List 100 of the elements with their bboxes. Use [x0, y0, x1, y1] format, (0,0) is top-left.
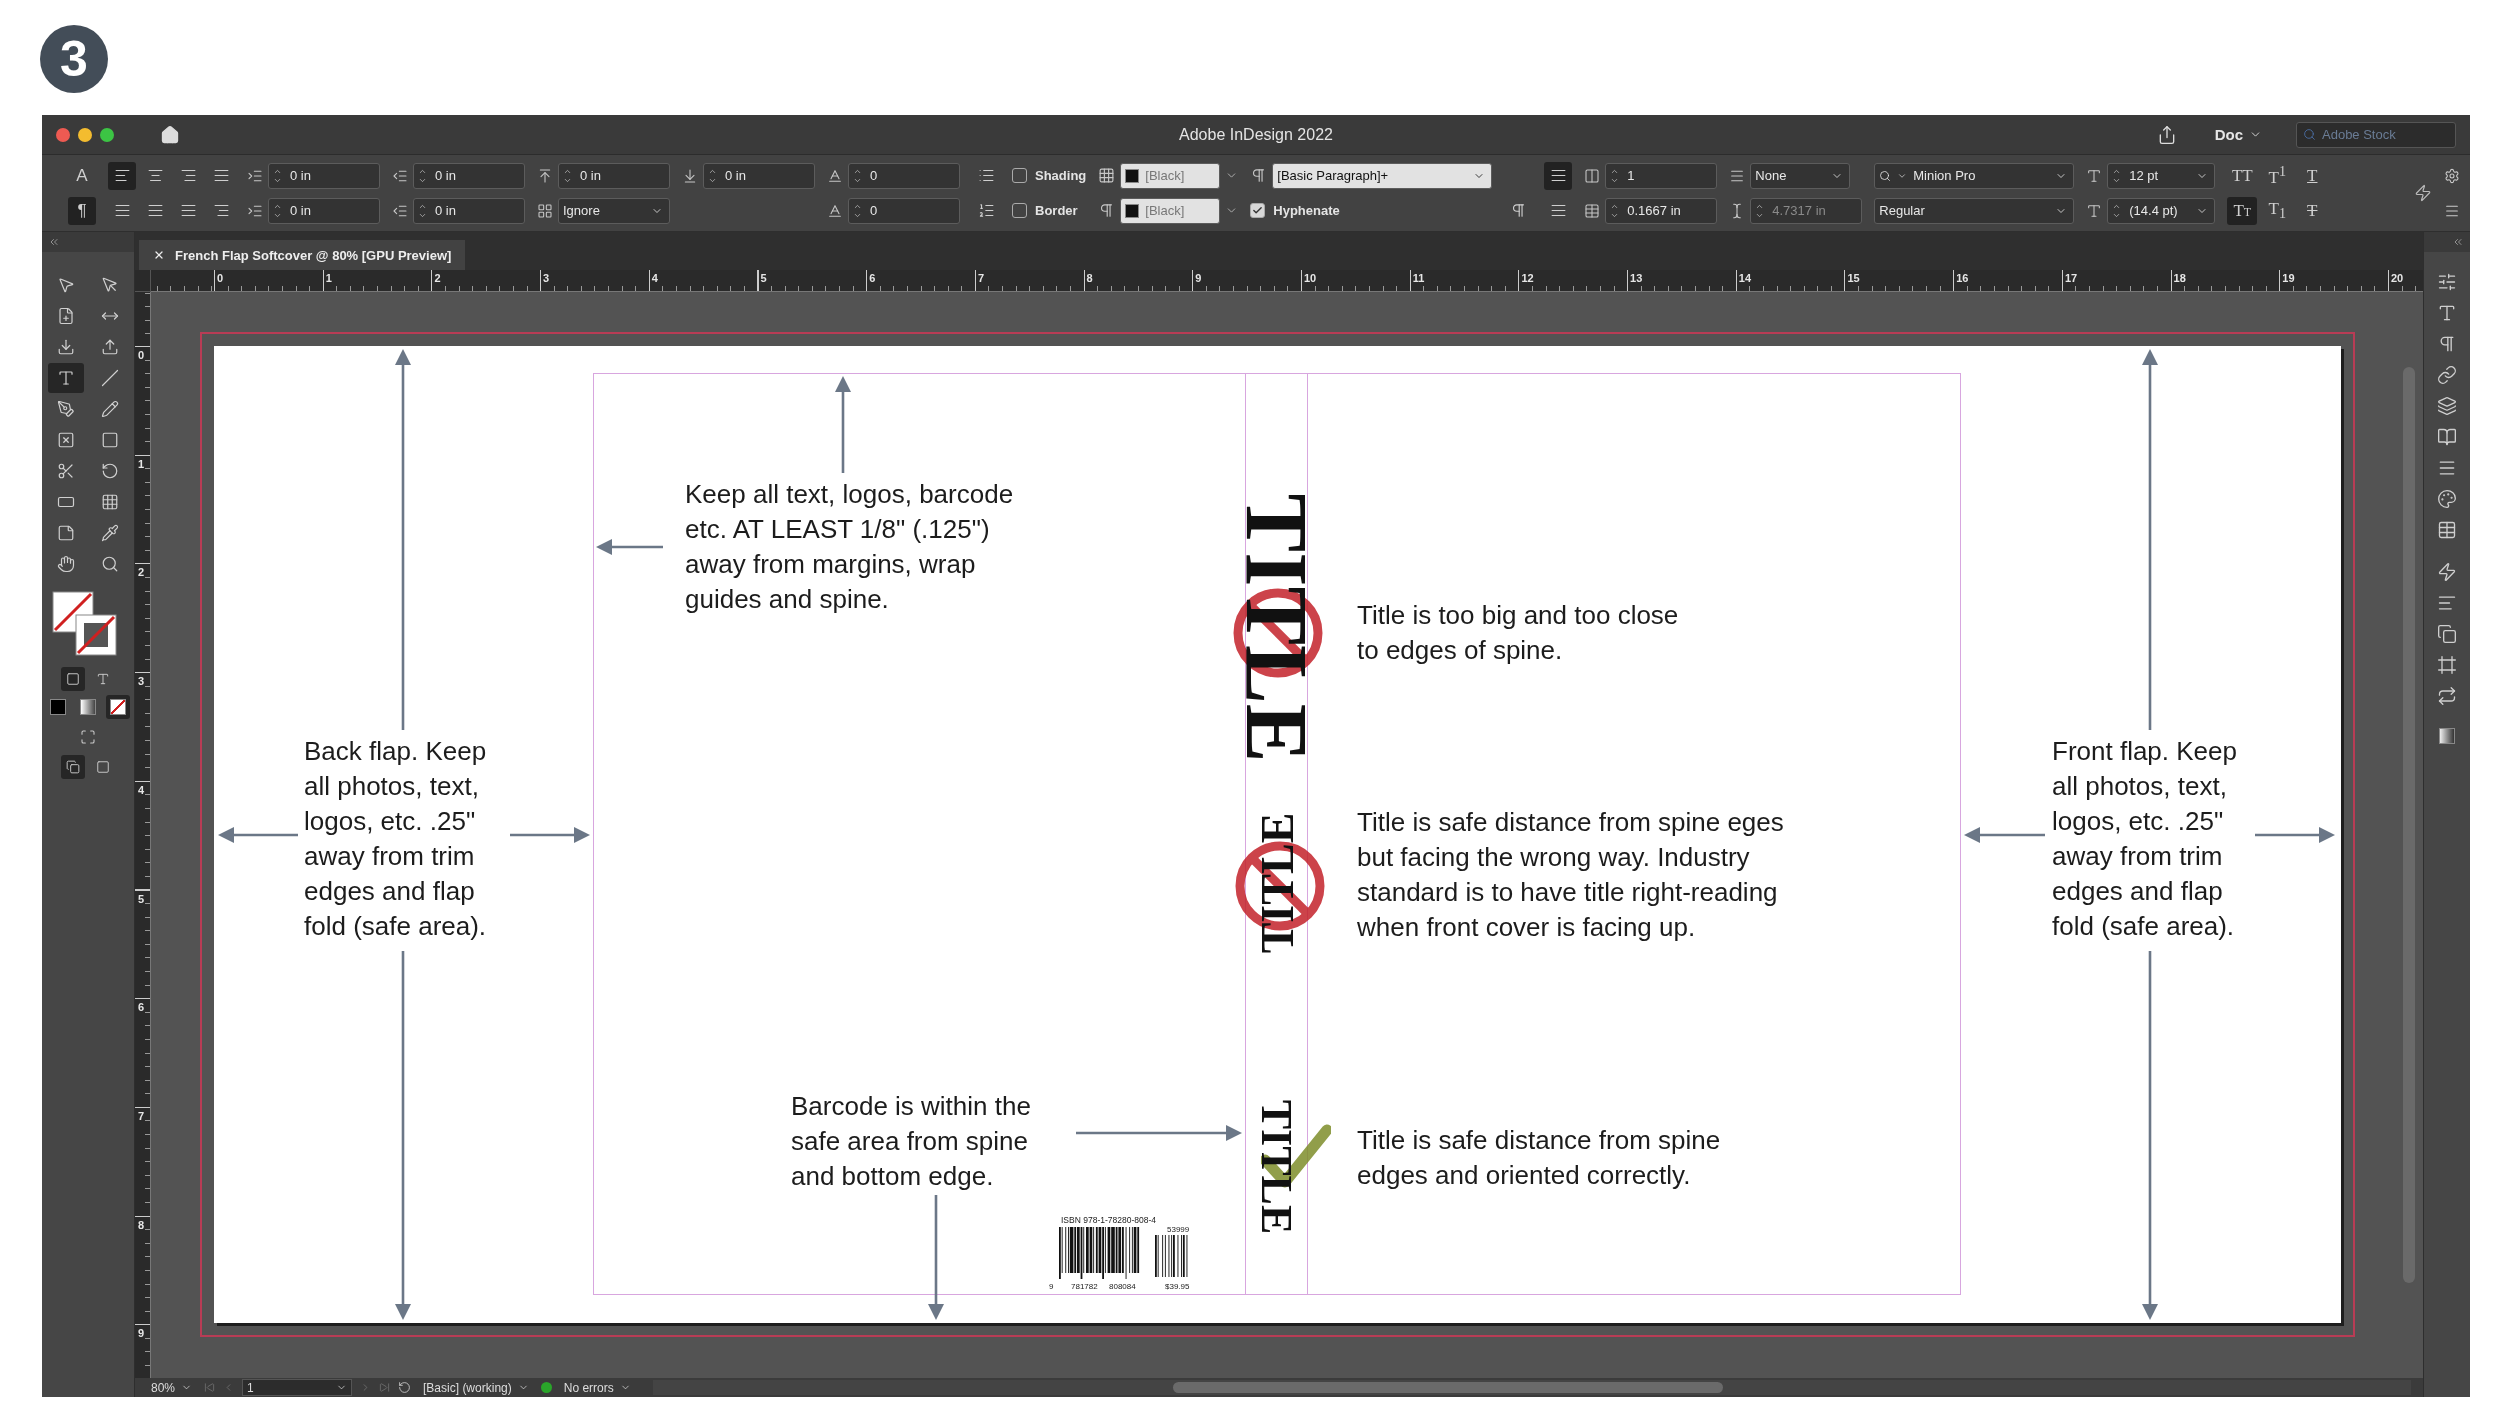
- arrow-pointer-icon: [101, 276, 119, 294]
- overlap-icon: [66, 760, 80, 774]
- justify-icon: [146, 202, 164, 219]
- spine-title: TITLE: [1232, 493, 1320, 763]
- shading-icon: [1098, 167, 1116, 184]
- spin-field[interactable]: 0 in: [413, 162, 525, 189]
- minimize-button[interactable]: [78, 127, 92, 142]
- lines-icon: [1549, 167, 1567, 184]
- type-style-button[interactable]: T: [2297, 196, 2328, 225]
- swatch-dropdown[interactable]: [Black]: [1120, 197, 1221, 224]
- barcode-digits: 808084: [1109, 1282, 1136, 1291]
- ruler-number: 9: [138, 1327, 145, 1340]
- toolbar-button[interactable]: [1544, 161, 1573, 190]
- character-icon[interactable]: [2437, 303, 2457, 323]
- spin-field[interactable]: 0: [848, 197, 960, 224]
- spin-field[interactable]: 0.1667 in: [1605, 197, 1718, 224]
- lightning-icon[interactable]: [2437, 562, 2457, 582]
- zoom-dropdown[interactable]: 80%: [147, 1379, 197, 1396]
- ruler-number: 3: [138, 675, 145, 688]
- frame-icon[interactable]: [2437, 655, 2457, 675]
- ruler-number: 10: [1304, 272, 1317, 284]
- mode-button[interactable]: A: [68, 161, 96, 190]
- dropdown[interactable]: None: [1750, 162, 1851, 189]
- mode-button[interactable]: ¶: [68, 196, 96, 225]
- overlap-icon[interactable]: [2437, 624, 2457, 644]
- format-button[interactable]: [61, 667, 85, 691]
- page-field[interactable]: 1: [242, 1379, 353, 1396]
- type-style-button[interactable]: TT: [2227, 161, 2258, 190]
- spin-field[interactable]: 0 in: [703, 162, 815, 189]
- spin-field[interactable]: 12 pt: [2107, 162, 2216, 189]
- book-icon[interactable]: [2437, 427, 2457, 447]
- ruler-number: 20: [2391, 272, 2404, 284]
- swatch-chip: [50, 699, 66, 715]
- ruler-number: 3: [543, 272, 550, 284]
- preflight-status-dropdown[interactable]: No errors: [559, 1379, 635, 1396]
- spin-field[interactable]: 0 in: [268, 162, 380, 189]
- ruler-number: 5: [760, 272, 767, 284]
- checkbox[interactable]: Hyphenate: [1250, 203, 1340, 218]
- spin-field[interactable]: 0: [848, 162, 960, 189]
- annotation-text: Back flap. Keep all photos, text, logos, etc. .25" away from trim edges and flap fold (safe area).: [304, 735, 487, 943]
- ruler-number: 11: [1412, 272, 1425, 284]
- type-style-button[interactable]: T$^{1}$: [2262, 161, 2293, 190]
- scroll-thumb[interactable]: [1172, 1382, 1723, 1393]
- type-style-button[interactable]: T: [2297, 161, 2328, 190]
- link-icon[interactable]: [2437, 365, 2457, 385]
- maximize-button[interactable]: [100, 127, 114, 142]
- barcode-digits: 9: [1049, 1282, 1054, 1291]
- align-button[interactable]: [108, 161, 136, 190]
- ruler-number: 0: [138, 349, 145, 361]
- font-dropdown[interactable]: Regular: [1874, 197, 2075, 224]
- columns-icon: [1584, 167, 1601, 184]
- hand-icon: [57, 555, 75, 573]
- document-tab[interactable]: French Flap Softcover @ 80% [GPU Preview]: [139, 240, 466, 270]
- price-label: $39.95: [1165, 1282, 1190, 1291]
- window-title: Adobe InDesign 2022: [1179, 125, 1333, 144]
- spin-field[interactable]: 1: [1605, 162, 1718, 189]
- lines-icon: [1549, 202, 1567, 219]
- view-mode-button[interactable]: [61, 755, 85, 779]
- barcode-addon: 53999: [1167, 1225, 1190, 1234]
- collapse-icon: [48, 236, 60, 248]
- swatch-dropdown[interactable]: [Black]: [1120, 162, 1221, 189]
- swatch-chip: [1125, 203, 1140, 218]
- spin-field[interactable]: (14.4 pt): [2107, 197, 2216, 224]
- type-style-button[interactable]: T$_{1}$: [2262, 196, 2293, 225]
- table-icon[interactable]: [2437, 520, 2457, 540]
- note-icon: [57, 524, 75, 542]
- repeat-icon[interactable]: [2437, 686, 2457, 706]
- apply-button[interactable]: [106, 695, 130, 719]
- gradient-icon[interactable]: [2439, 728, 2455, 744]
- layers-icon[interactable]: [2437, 396, 2457, 416]
- ruler-number: 19: [2282, 272, 2295, 284]
- drop-cap-icon: [827, 202, 843, 219]
- ruler-number: 4: [651, 272, 658, 284]
- ruler-number: 18: [2173, 272, 2186, 284]
- type-style-button[interactable]: Tt: [2227, 196, 2258, 225]
- swatch-chip: [1125, 168, 1140, 183]
- upload-icon: [101, 338, 119, 356]
- collapse-icon: [2452, 236, 2464, 248]
- tool-button[interactable]: [48, 363, 84, 393]
- preflight-profile-dropdown[interactable]: [Basic] (working): [419, 1379, 533, 1396]
- checkbox[interactable]: Border: [1012, 203, 1078, 218]
- space-after-icon: [682, 167, 698, 184]
- spin-field[interactable]: 0 in: [413, 197, 525, 224]
- paragraph-style-dropdown[interactable]: [Basic Paragraph]+: [1272, 162, 1493, 189]
- sliders-icon[interactable]: [2437, 272, 2457, 292]
- leading-icon: [2086, 202, 2103, 219]
- ruler-number: 8: [138, 1218, 145, 1231]
- ruler-number: 2: [434, 272, 441, 284]
- checkbox[interactable]: Shading: [1012, 168, 1087, 183]
- step-number: 3: [40, 25, 108, 93]
- spin-field[interactable]: 0 in: [558, 162, 670, 189]
- grid-icon: [537, 202, 553, 219]
- workspace-dropdown[interactable]: Doc: [2208, 124, 2268, 145]
- font-dropdown[interactable]: Minion Pro: [1874, 162, 2075, 189]
- spin-field[interactable]: 0 in: [268, 197, 380, 224]
- square-icon: [96, 760, 110, 774]
- close-button[interactable]: [56, 127, 70, 142]
- pencil-icon: [101, 400, 119, 418]
- palette-icon[interactable]: [2437, 489, 2457, 509]
- dropdown[interactable]: Ignore: [558, 197, 670, 224]
